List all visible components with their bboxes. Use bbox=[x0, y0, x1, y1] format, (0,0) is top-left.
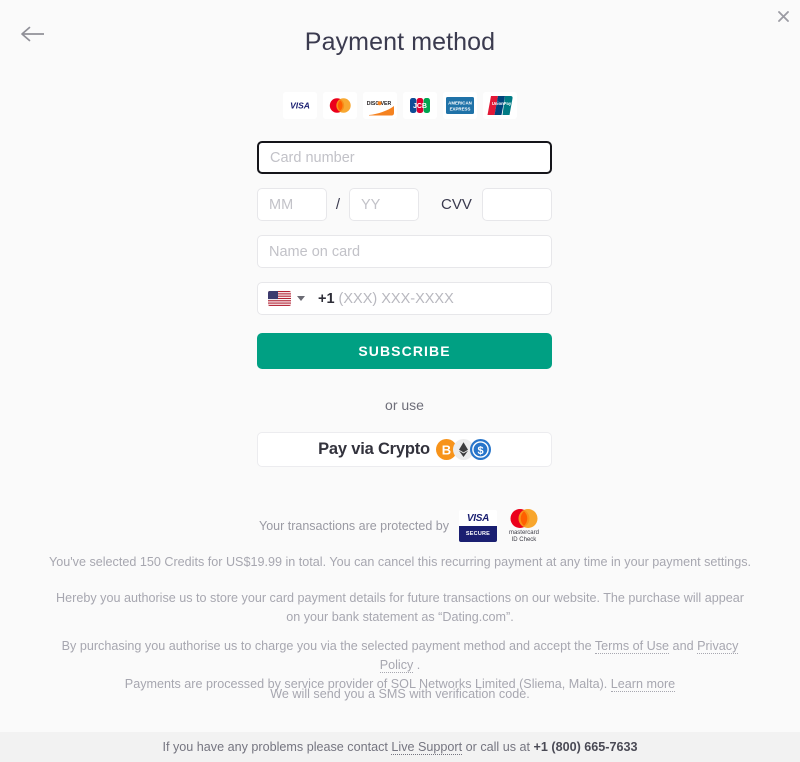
svg-text:VISA: VISA bbox=[290, 101, 310, 111]
footer-prefix: If you have any problems please contact bbox=[162, 740, 392, 754]
mastercard-line2: ID Check bbox=[511, 537, 537, 543]
live-support-link[interactable]: Live Support bbox=[391, 740, 463, 755]
svg-text:UnionPay: UnionPay bbox=[492, 101, 512, 106]
legal-terms-mid: and bbox=[669, 639, 698, 653]
support-phone-number: +1 (800) 665-7633 bbox=[533, 740, 638, 754]
chevron-down-icon[interactable] bbox=[297, 296, 305, 301]
svg-text:EXPRESS: EXPRESS bbox=[450, 106, 471, 111]
card-brand-list: VISA DISC VER JCB AMERICAN EXPRESS Union… bbox=[0, 92, 800, 119]
name-on-card-input[interactable] bbox=[257, 235, 552, 268]
expiry-separator: / bbox=[335, 196, 341, 213]
discover-icon: DISC VER bbox=[363, 92, 397, 119]
cvv-label: CVV bbox=[441, 196, 472, 213]
crypto-icon-group: B $ bbox=[435, 439, 491, 460]
payment-form: / CVV bbox=[257, 141, 552, 467]
pay-via-crypto-button[interactable]: Pay via Crypto B $ bbox=[257, 432, 552, 467]
or-use-label: or use bbox=[385, 397, 424, 413]
protected-by-label: Your transactions are protected by bbox=[259, 519, 449, 533]
svg-text:B: B bbox=[442, 442, 451, 457]
visa-icon: VISA bbox=[283, 92, 317, 119]
visa-secure-badge: VISA SECURE bbox=[458, 510, 497, 542]
legal-authorisation-text: Hereby you authorise us to store your ca… bbox=[56, 591, 744, 624]
phone-input-row[interactable]: +1 (XXX) XXX-XXXX bbox=[257, 282, 552, 315]
legal-selection-text: You've selected 150 Credits for US$19.99… bbox=[49, 555, 751, 569]
svg-text:$: $ bbox=[477, 445, 483, 457]
unionpay-icon: UnionPay bbox=[483, 92, 517, 119]
card-brand-discover: DISC VER bbox=[363, 92, 397, 119]
phone-prefix: +1 bbox=[318, 290, 335, 307]
legal-terms-suffix: . bbox=[413, 658, 421, 672]
expiry-month-input[interactable] bbox=[257, 188, 327, 221]
svg-text:AMERICAN: AMERICAN bbox=[448, 100, 472, 105]
visa-secure-top: VISA bbox=[458, 510, 497, 526]
expiry-year-input[interactable] bbox=[349, 188, 419, 221]
terms-of-use-link[interactable]: Terms of Use bbox=[594, 639, 670, 654]
visa-secure-bottom: SECURE bbox=[458, 526, 497, 542]
footer-mid: or call us at bbox=[462, 740, 534, 754]
usdc-icon: $ bbox=[469, 439, 491, 460]
mastercard-icon bbox=[323, 92, 357, 119]
crypto-label: Pay via Crypto bbox=[318, 440, 430, 458]
subscribe-button[interactable]: SUBSCRIBE bbox=[257, 333, 552, 369]
mastercard-line1: mastercard bbox=[508, 530, 539, 536]
phone-placeholder: (XXX) XXX-XXXX bbox=[338, 290, 454, 307]
payment-page: Payment method VISA DISC VER JCB AMERICA… bbox=[0, 0, 800, 762]
svg-text:JCB: JCB bbox=[413, 103, 427, 110]
card-brand-unionpay: UnionPay bbox=[483, 92, 517, 119]
us-flag-icon bbox=[268, 291, 291, 306]
card-number-input[interactable] bbox=[257, 141, 552, 174]
legal-sms-text: We will send you a SMS with verification… bbox=[270, 687, 530, 701]
footer-bar: If you have any problems please contact … bbox=[0, 732, 800, 762]
card-brand-visa: VISA bbox=[283, 92, 317, 119]
amex-icon: AMERICAN EXPRESS bbox=[443, 92, 477, 119]
card-brand-amex: AMERICAN EXPRESS bbox=[443, 92, 477, 119]
mastercard-idcheck-badge: mastercard ID Check bbox=[507, 508, 541, 544]
protected-by-row: Your transactions are protected by VISA … bbox=[0, 508, 800, 544]
mastercard-icon bbox=[510, 509, 538, 528]
legal-terms-prefix: By purchasing you authorise us to charge… bbox=[61, 639, 595, 653]
card-brand-jcb: JCB bbox=[403, 92, 437, 119]
page-title: Payment method bbox=[304, 28, 496, 56]
expiry-cvv-row: / CVV bbox=[257, 188, 552, 221]
jcb-icon: JCB bbox=[403, 92, 437, 119]
footer-content: If you have any problems please contact … bbox=[162, 740, 638, 755]
close-icon bbox=[777, 10, 789, 22]
card-brand-mastercard bbox=[323, 92, 357, 119]
name-row bbox=[257, 235, 552, 268]
cvv-input[interactable] bbox=[481, 188, 552, 221]
